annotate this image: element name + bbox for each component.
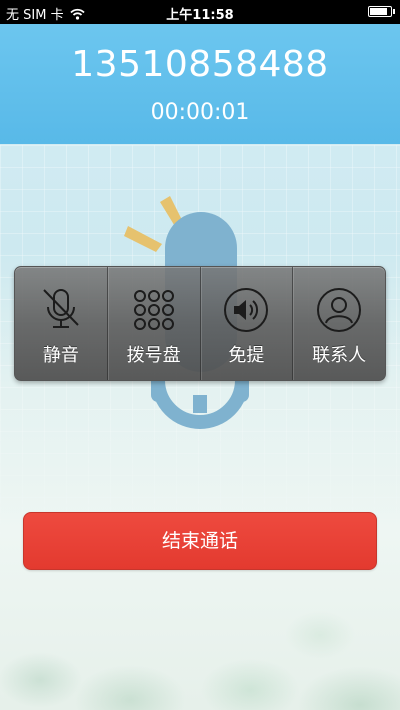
speaker-icon [224, 288, 269, 332]
mute-icon [43, 289, 79, 328]
speaker-button[interactable]: 免提 [199, 267, 293, 380]
mute-button[interactable]: 静音 [15, 267, 107, 380]
end-call-button[interactable]: 结束通话 [23, 512, 377, 570]
contacts-button[interactable]: 联系人 [292, 267, 385, 380]
dialpad-icon [133, 290, 174, 330]
contacts-label: 联系人 [312, 345, 367, 366]
dialpad-button[interactable]: 拨号盘 [106, 267, 200, 380]
mute-label: 静音 [42, 345, 79, 366]
contacts-icon [317, 288, 362, 332]
speaker-label: 免提 [228, 345, 265, 366]
dialpad-label: 拨号盘 [126, 345, 181, 366]
call-controls: 静音 拨号盘 免提 联系人 [14, 266, 386, 381]
